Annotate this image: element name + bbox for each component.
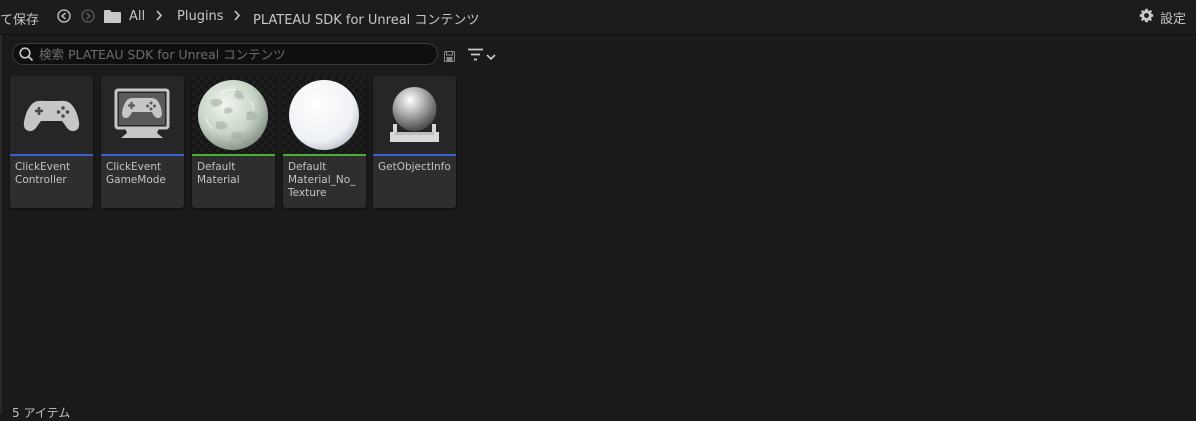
settings-label: 設定 xyxy=(1159,12,1186,27)
filter-icon xyxy=(468,46,483,65)
asset-label: Default Material_No_ Texture xyxy=(288,161,356,199)
asset-tile[interactable]: GetObjectInfo xyxy=(373,76,456,208)
breadcrumb-chevron-icon[interactable] xyxy=(155,9,163,26)
asset-type-bar xyxy=(10,154,93,156)
asset-tile[interactable]: ClickEvent GameMode xyxy=(101,76,184,208)
breadcrumb-all[interactable]: All xyxy=(129,9,145,24)
filter-button[interactable] xyxy=(468,46,496,65)
search-bar[interactable] xyxy=(12,43,438,65)
asset-thumbnail xyxy=(283,76,366,154)
save-search-icon[interactable] xyxy=(444,47,455,66)
gear-icon xyxy=(1139,8,1154,27)
gamepad-icon xyxy=(23,100,80,132)
breadcrumb-plateau-content[interactable]: PLATEAU SDK for Unreal コンテンツ xyxy=(253,9,479,28)
asset-type-bar xyxy=(283,154,366,156)
asset-thumbnail xyxy=(373,76,456,154)
asset-label: ClickEvent GameMode xyxy=(106,161,166,186)
breadcrumb-chevron-icon[interactable] xyxy=(233,9,241,26)
gamemode-monitor-icon xyxy=(114,88,170,138)
chevron-down-icon xyxy=(486,46,496,65)
settings-button[interactable]: 設定 xyxy=(1139,8,1186,27)
content-browser-toolbar: て保存 All Plugins PLATEAU SDK for Unreal コ… xyxy=(0,0,1196,35)
breadcrumb-plugins[interactable]: Plugins xyxy=(177,9,224,24)
material-sphere-textured xyxy=(198,80,268,150)
asset-thumbnail xyxy=(101,76,184,154)
asset-tile[interactable]: Default Material xyxy=(192,76,275,208)
search-icon xyxy=(19,47,34,66)
asset-type-bar xyxy=(101,154,184,156)
asset-label: Default Material xyxy=(197,161,240,186)
save-all-button[interactable]: て保存 xyxy=(0,9,39,28)
back-icon[interactable] xyxy=(57,9,71,23)
asset-type-bar xyxy=(373,154,456,156)
search-input[interactable] xyxy=(39,45,429,63)
asset-tile[interactable]: Default Material_No_ Texture xyxy=(283,76,366,208)
asset-thumbnail xyxy=(10,76,93,154)
material-sphere-white xyxy=(289,80,359,150)
actor-sphere-icon xyxy=(390,87,439,142)
asset-view: ClickEvent Controller ClickEvent GameMod… xyxy=(0,35,1196,420)
asset-type-bar xyxy=(192,154,275,156)
asset-label: ClickEvent Controller xyxy=(15,161,71,186)
asset-tile[interactable]: ClickEvent Controller xyxy=(10,76,93,208)
asset-thumbnail xyxy=(192,76,275,154)
folder-icon[interactable] xyxy=(104,10,121,27)
asset-label: GetObjectInfo xyxy=(378,161,451,173)
forward-icon[interactable] xyxy=(81,9,95,23)
item-count: 5 アイテム xyxy=(12,406,71,420)
